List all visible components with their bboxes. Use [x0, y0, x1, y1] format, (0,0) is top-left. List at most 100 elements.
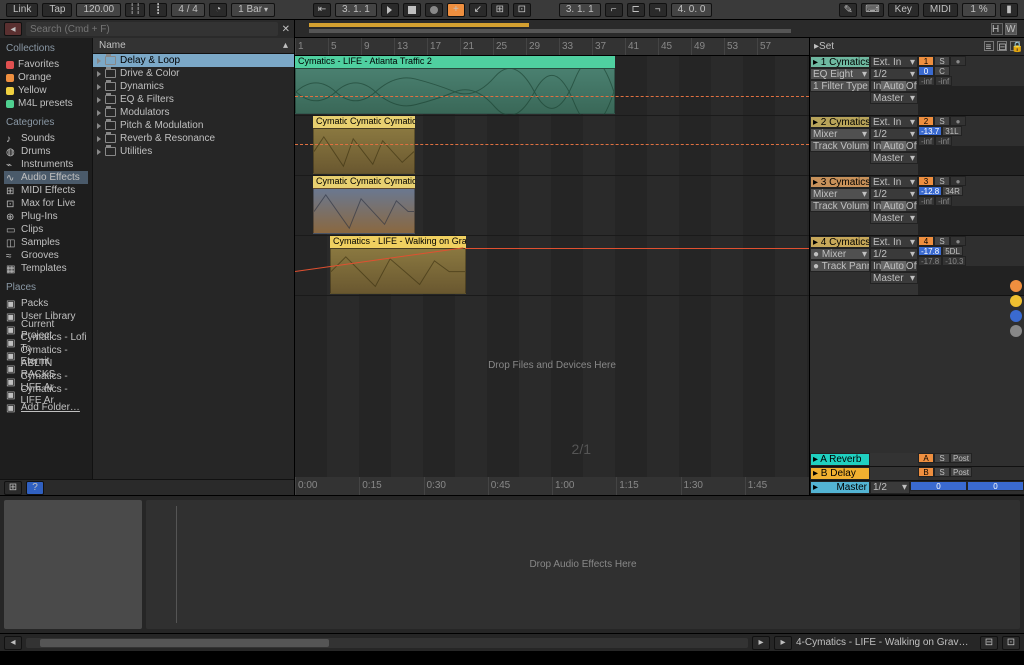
arm-button[interactable]: ● — [950, 176, 966, 186]
output-routing[interactable]: Master▾ — [870, 272, 918, 284]
category-instruments[interactable]: ⌁Instruments — [4, 158, 88, 171]
loop-start[interactable]: 3. 1. 1 — [559, 3, 601, 17]
automation-selector[interactable]: ● Track Pannin▾ — [810, 260, 870, 272]
midi-map-button[interactable]: MIDI — [923, 3, 958, 17]
track-pan[interactable]: 5DL — [942, 246, 963, 256]
track-pan[interactable]: 31L — [942, 126, 961, 136]
track-name[interactable]: ▸ 2 Cymatics -▾ — [810, 116, 870, 128]
side-knob-icon[interactable] — [1010, 310, 1022, 322]
automation-selector[interactable]: 1 Filter Type /▾ — [810, 80, 870, 92]
io-icon[interactable]: ⊟ — [997, 41, 1007, 51]
audio-clip[interactable]: Cymatics — [381, 116, 415, 128]
track-name[interactable]: ▸ 4 Cymatics -▾ — [810, 236, 870, 248]
track-volume[interactable]: -17.8 — [918, 246, 942, 256]
track-row[interactable]: Cymatics - LIFE - Walking on Gravel 3 — [295, 236, 809, 296]
arm-button[interactable]: ● — [950, 236, 966, 246]
monitor-switch[interactable]: InAutoOff — [870, 200, 918, 212]
master-pan[interactable]: 0 — [967, 481, 1024, 491]
solo-button[interactable]: S — [934, 176, 950, 186]
punch-out-icon[interactable]: ¬ — [649, 3, 667, 17]
browser-folder[interactable]: Pitch & Modulation — [93, 119, 294, 132]
reenable-auto-icon[interactable]: ⊞ — [491, 3, 509, 17]
play-button[interactable] — [381, 3, 399, 17]
side-knob-icon[interactable] — [1010, 325, 1022, 337]
output-routing[interactable]: Master▾ — [870, 152, 918, 164]
side-knob-icon[interactable] — [1010, 280, 1022, 292]
browser-folder[interactable]: Utilities — [93, 145, 294, 158]
place-item[interactable]: ▣Packs — [4, 297, 88, 310]
record-button[interactable] — [425, 3, 443, 17]
browser-grid-icon[interactable]: ⊞ — [4, 481, 22, 495]
collection-item[interactable]: Favorites — [4, 58, 88, 71]
return-track-header[interactable]: ▸ A Reverb ASPost — [810, 453, 1024, 467]
punch-in-icon[interactable]: ⌐ — [605, 3, 623, 17]
track-header[interactable]: ▸ 2 Cymatics -▾ Mixer▾ Track Volume▾ Ext… — [810, 116, 1024, 176]
audio-clip[interactable]: Cymatics — [381, 176, 415, 188]
name-column-header[interactable]: Name▴ — [93, 38, 294, 54]
device-selector[interactable]: ● Mixer▾ — [810, 248, 870, 260]
track-header[interactable]: ▸ 1 Cymatics -▾ EQ Eight▾ 1 Filter Type … — [810, 56, 1024, 116]
audio-clip[interactable]: Cymatics — [313, 116, 347, 128]
track-header[interactable]: ▸ 4 Cymatics -▾ ● Mixer▾ ● Track Pannin▾… — [810, 236, 1024, 296]
loop-length[interactable]: 4. 0. 0 — [671, 3, 713, 17]
category-audio-effects[interactable]: ∿Audio Effects — [4, 171, 88, 184]
track-row[interactable]: Cymatics Cymatics Cymatics — [295, 116, 809, 176]
tempo-field[interactable]: 120.00 — [76, 3, 121, 17]
device-selector[interactable]: Mixer▾ — [810, 188, 870, 200]
metronome-icon[interactable]: ┆┆ — [125, 3, 145, 17]
browser-folder[interactable]: Reverb & Resonance — [93, 132, 294, 145]
nudge-down-icon[interactable]: ┋ — [149, 3, 167, 17]
detail-toggle-icon[interactable]: ▸ — [774, 636, 792, 650]
time-ruler[interactable]: 0:000:150:300:451:001:151:301:45 — [295, 477, 809, 495]
link-button[interactable]: Link — [6, 3, 38, 17]
disclosure-icon[interactable] — [97, 71, 101, 77]
category-max-for-live[interactable]: ⊡Max for Live — [4, 197, 88, 210]
category-clips[interactable]: ▭Clips — [4, 223, 88, 236]
browser-collapse-icon[interactable]: ◂ — [4, 22, 22, 36]
search-clear-icon[interactable]: ✕ — [282, 24, 290, 35]
output-routing[interactable]: Master▾ — [870, 212, 918, 224]
browser-folder[interactable]: Modulators — [93, 106, 294, 119]
browser-folder[interactable]: Drive & Color — [93, 67, 294, 80]
input-channel[interactable]: 1/2▾ — [870, 248, 918, 260]
track-opts-icon[interactable]: ≡ — [984, 41, 994, 51]
track-name[interactable]: ▸ 3 Cymatics -▾ — [810, 176, 870, 188]
category-midi-effects[interactable]: ⊞MIDI Effects — [4, 184, 88, 197]
disclosure-icon[interactable] — [97, 123, 101, 129]
input-type[interactable]: Ext. In▾ — [870, 56, 918, 68]
info-view-icon[interactable]: ◂ — [4, 636, 22, 650]
automation-arm-icon[interactable]: ↙ — [469, 3, 487, 17]
automation-selector[interactable]: Track Volume▾ — [810, 200, 870, 212]
place-item[interactable]: ▣Cymatics - LIFE Ar — [4, 388, 88, 401]
return-post[interactable]: Post — [950, 467, 972, 477]
arm-button[interactable]: ● — [950, 56, 966, 66]
audio-clip[interactable]: Cymatics - LIFE - Atlanta Traffic 2 — [295, 56, 615, 68]
horizontal-scrollbar[interactable] — [26, 638, 748, 648]
category-sounds[interactable]: ♪Sounds — [4, 132, 88, 145]
automation-selector[interactable]: Track Volume▾ — [810, 140, 870, 152]
category-plug-ins[interactable]: ⊕Plug-Ins — [4, 210, 88, 223]
disclosure-icon[interactable] — [97, 84, 101, 90]
return-solo[interactable]: S — [934, 467, 950, 477]
place-item[interactable]: ▣Add Folder… — [4, 401, 88, 414]
clip-detail-box[interactable] — [4, 500, 142, 629]
loop-switch-icon[interactable]: ⊏ — [627, 3, 645, 17]
solo-button[interactable]: S — [934, 236, 950, 246]
track-pan[interactable]: C — [934, 66, 950, 76]
category-samples[interactable]: ◫Samples — [4, 236, 88, 249]
disclosure-icon[interactable] — [97, 97, 101, 103]
collection-item[interactable]: M4L presets — [4, 97, 88, 110]
return-track-header[interactable]: ▸ B Delay BSPost — [810, 467, 1024, 481]
track-activator[interactable]: 3 — [918, 176, 934, 186]
sort-icon[interactable]: ▴ — [283, 40, 288, 51]
master-output[interactable]: 1/2▾ — [870, 481, 910, 494]
track-pan[interactable]: 34R — [942, 186, 963, 196]
solo-button[interactable]: S — [934, 116, 950, 126]
audio-clip[interactable]: Cymatics — [313, 176, 347, 188]
input-type[interactable]: Ext. In▾ — [870, 116, 918, 128]
computer-keyboard-icon[interactable]: ⌨ — [861, 3, 883, 17]
return-activator[interactable]: B — [918, 467, 934, 477]
browser-folder[interactable]: Dynamics — [93, 80, 294, 93]
timeline[interactable]: Cymatics - LIFE - Atlanta Traffic 2 Cyma… — [295, 56, 809, 477]
output-routing[interactable]: Master▾ — [870, 92, 918, 104]
